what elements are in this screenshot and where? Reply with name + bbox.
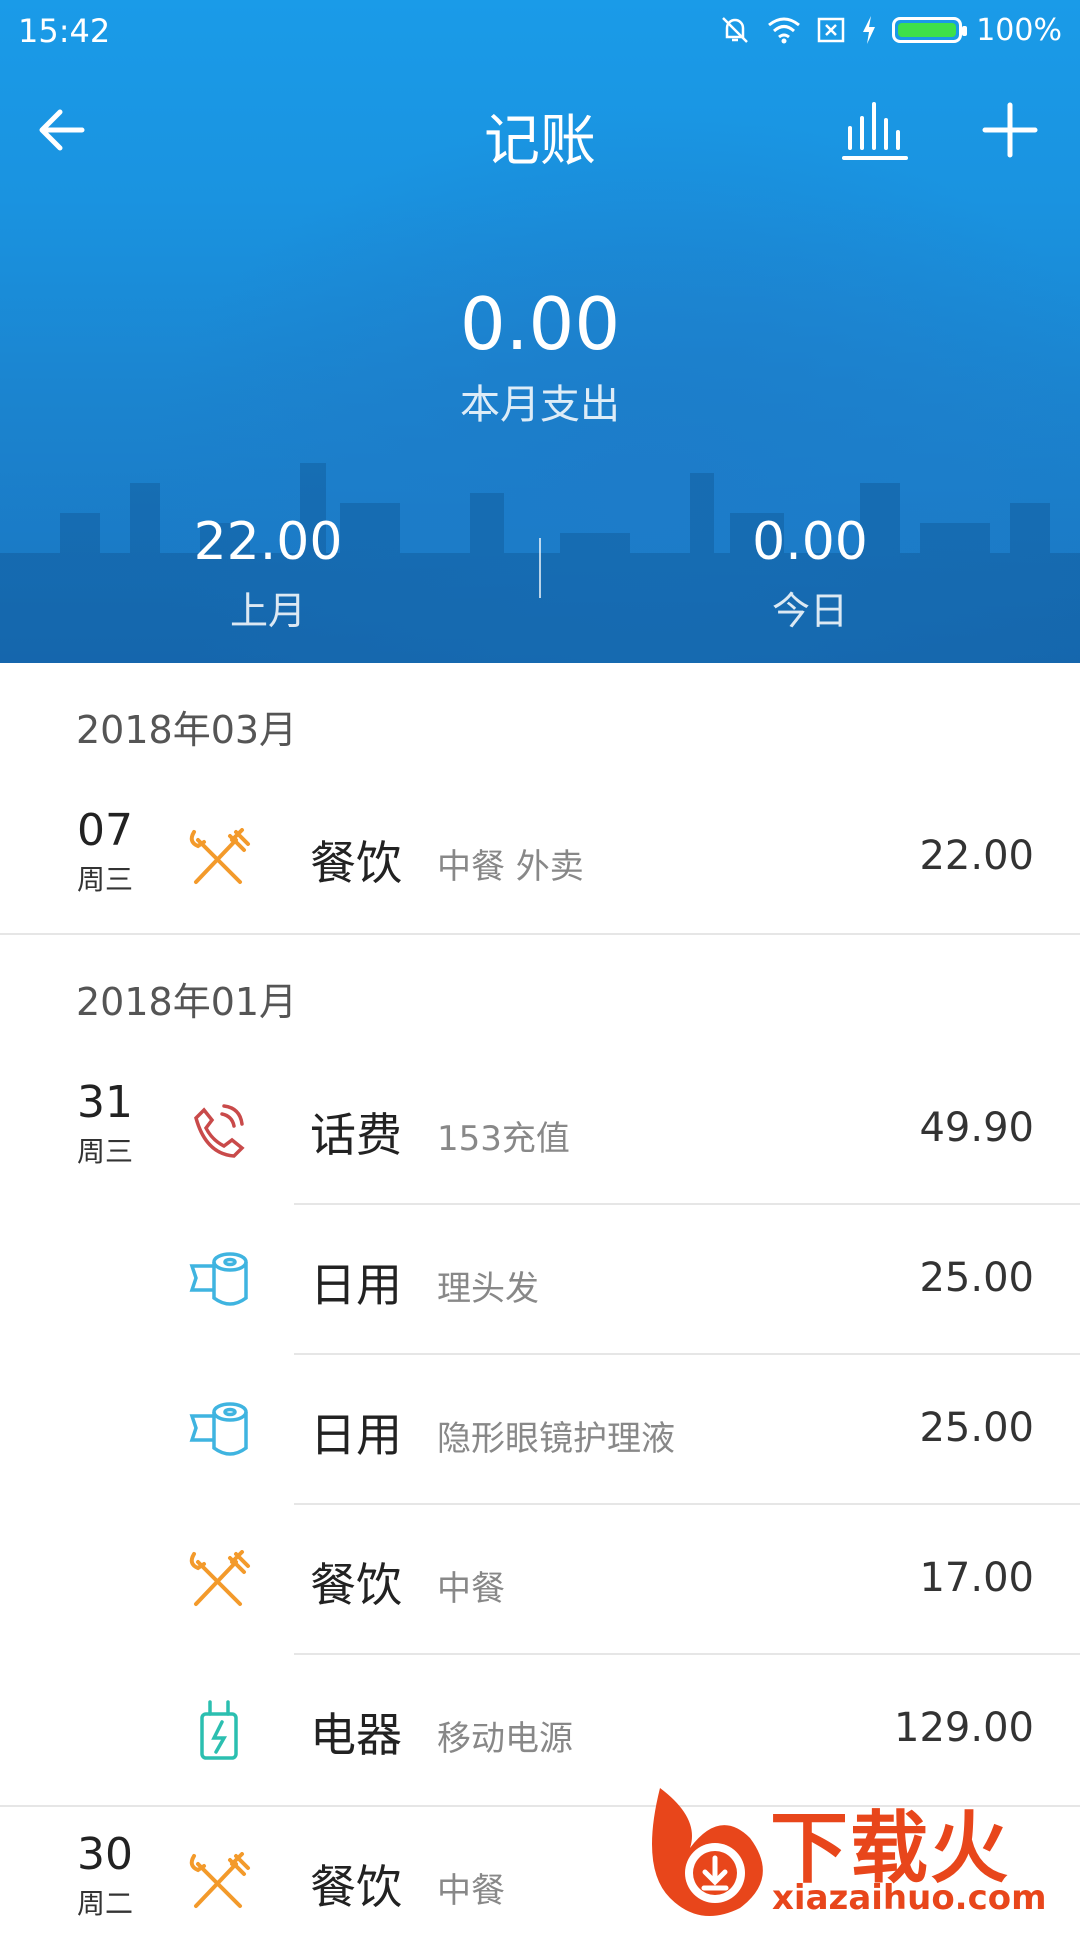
weekday: 周三 xyxy=(76,1135,133,1168)
category-label: 日用 xyxy=(310,1258,402,1312)
month-header: 2018年03月 xyxy=(76,708,298,752)
expense-row[interactable]: 日用 理头发 25.00 xyxy=(0,1205,1080,1355)
today-amount: 0.00 xyxy=(752,512,868,572)
day-number: 30 xyxy=(77,1829,133,1880)
last-month-summary: 22.00 上月 xyxy=(68,512,468,635)
note-label: 移动电源 xyxy=(437,1719,573,1759)
amount-label: 49.90 xyxy=(919,1105,1034,1151)
flame-logo-icon xyxy=(652,1788,763,1916)
category-label: 日用 xyxy=(310,1408,402,1462)
battery-percent: 100% xyxy=(976,12,1062,48)
watermark-logo: 下载火 xiazaihuo.com xyxy=(640,1778,1080,1920)
no-sim-icon xyxy=(817,17,845,43)
mute-bell-icon xyxy=(722,17,749,43)
status-icons: 100% xyxy=(718,10,1062,50)
add-icon[interactable] xyxy=(980,100,1040,160)
day-label: 07 周三 xyxy=(60,805,150,898)
amount-label: 25.00 xyxy=(919,1405,1034,1451)
category-label: 话费 xyxy=(310,1108,402,1162)
day-number: 07 xyxy=(77,805,133,856)
today-label: 今日 xyxy=(771,589,848,633)
note-label: 153充值 xyxy=(437,1119,570,1159)
status-time: 15:42 xyxy=(18,12,111,50)
tissue-roll-icon xyxy=(189,1402,248,1456)
tissue-roll-icon xyxy=(189,1252,248,1306)
last-month-amount: 22.00 xyxy=(193,512,343,572)
app-bar: 记账 xyxy=(0,72,1080,184)
category-label: 电器 xyxy=(310,1708,402,1762)
category-label: 餐饮 xyxy=(310,1860,402,1914)
note-label: 理头发 xyxy=(437,1269,539,1309)
bar-chart-icon[interactable] xyxy=(840,98,910,162)
summary-header: 15:42 100% 记账 0.00 本月支出 22.00 上月 0.00 今日 xyxy=(0,0,1080,663)
weekday: 周三 xyxy=(76,863,133,896)
wifi-icon xyxy=(768,17,801,44)
day-label: 31 周三 xyxy=(60,1077,150,1170)
last-month-label: 上月 xyxy=(229,589,306,633)
amount-label: 17.00 xyxy=(919,1555,1034,1601)
day-label: 30 周二 xyxy=(60,1829,150,1922)
this-month-amount: 0.00 xyxy=(459,282,621,366)
weekday: 周二 xyxy=(76,1887,133,1920)
summary-divider xyxy=(539,538,541,598)
note-label: 中餐 xyxy=(437,1871,505,1911)
month-header: 2018年01月 xyxy=(76,980,298,1024)
utensils-icon xyxy=(189,1550,250,1606)
charging-icon xyxy=(863,16,876,44)
expense-row[interactable]: 日用 隐形眼镜护理液 25.00 xyxy=(0,1355,1080,1505)
phone-icon xyxy=(194,1104,245,1158)
expense-row[interactable]: 07 周三 餐饮 中餐 外卖 22.00 xyxy=(0,783,1080,933)
page-title: 记账 xyxy=(484,109,596,174)
amount-label: 22.00 xyxy=(919,833,1034,879)
utensils-icon xyxy=(189,1852,250,1908)
amount-label: 25.00 xyxy=(919,1255,1034,1301)
status-bar: 15:42 100% xyxy=(0,0,1080,62)
category-label: 餐饮 xyxy=(310,1558,402,1612)
note-label: 隐形眼镜护理液 xyxy=(437,1419,675,1459)
amount-label: 129.00 xyxy=(894,1705,1034,1751)
note-label: 中餐 xyxy=(437,1569,505,1609)
expense-row[interactable]: 31 周三 话费 153充值 49.90 xyxy=(0,1055,1080,1205)
expense-row[interactable]: 餐饮 中餐 17.00 xyxy=(0,1505,1080,1655)
expense-list: 2018年03月 07 周三 餐饮 中餐 外卖 22.00 2018年01月 3… xyxy=(0,663,1080,1957)
battery-icon xyxy=(892,17,968,43)
utensils-icon xyxy=(189,828,250,884)
today-summary: 0.00 今日 xyxy=(610,512,1010,635)
day-number: 31 xyxy=(77,1077,133,1128)
charger-icon xyxy=(200,1700,238,1760)
category-label: 餐饮 xyxy=(310,836,402,890)
this-month-label: 本月支出 xyxy=(460,382,620,428)
watermark-url: xiazaihuo.com xyxy=(772,1878,1047,1918)
note-label: 中餐 外卖 xyxy=(437,847,584,887)
